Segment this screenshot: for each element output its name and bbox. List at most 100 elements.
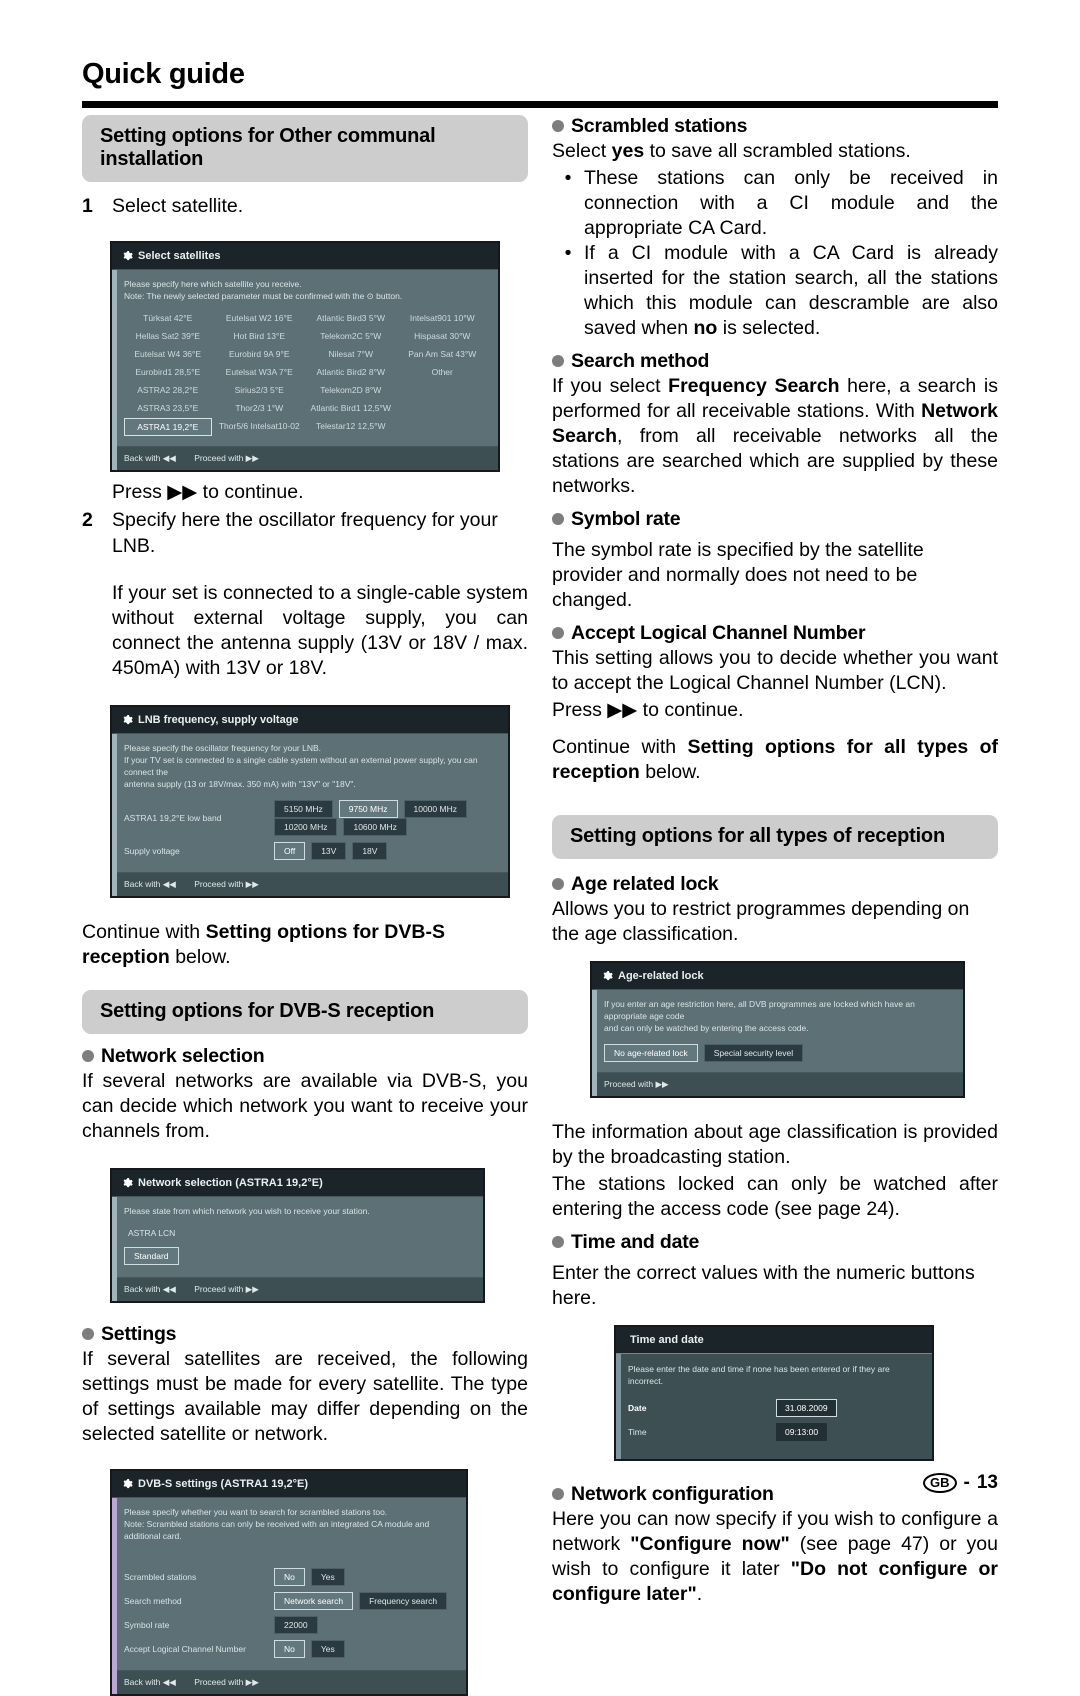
satellite-option[interactable]: Eutelsat W4 36°E [124,346,212,362]
network-standard-option[interactable]: Standard [124,1247,179,1265]
osd-footer: Back with ◀◀ Proceed with ▶▶ [112,872,508,896]
step-2-number: 2 [82,509,93,531]
satellite-option[interactable]: ASTRA1 19,2°E [124,418,212,436]
back-hint[interactable]: Back with ◀◀ [124,1284,176,1294]
figure-lnb-frequency: LNB frequency, supply voltage Please spe… [110,705,510,898]
dvbs-setting-option[interactable]: Frequency search [359,1592,448,1610]
age-lock-option[interactable]: Special security level [703,1044,804,1062]
figure-time-and-date: Time and date Please enter the date and … [614,1325,934,1461]
satellite-option[interactable]: Türksat 42°E [124,310,212,326]
osd-title-text: Age-related lock [618,970,704,982]
satellite-option[interactable]: Atlantic Bird3 5°W [307,310,395,326]
heading-time-and-date: Time and date [552,1231,998,1254]
date-field[interactable]: 31.08.2009 [776,1399,837,1417]
proceed-hint[interactable]: Proceed with ▶▶ [604,1079,669,1089]
satellite-option[interactable]: Pan Am Sat 43°W [399,346,487,362]
scrambled-bullet-list: • These stations can only be received in… [552,166,998,341]
dvbs-setting-option[interactable]: No [274,1568,305,1586]
scrambled-b2-bold: no [693,317,718,339]
proceed-hint[interactable]: Proceed with ▶▶ [194,453,259,463]
dvbs-setting-option[interactable]: Yes [310,1568,345,1586]
page-number: 13 [976,1472,998,1493]
satellite-option[interactable]: Telekom2D 8°W [307,382,395,398]
age-lock-option[interactable]: No age-related lock [604,1044,698,1062]
satellite-option[interactable]: Eurobird1 28,5°E [124,364,212,380]
back-hint[interactable]: Back with ◀◀ [124,1677,176,1687]
bullet-dot-icon [552,878,564,890]
figure-dvbs-settings: DVB-S settings (ASTRA1 19,2°E) Please sp… [110,1469,468,1696]
osd-note-line-2: Note: Scrambled stations can only be rec… [124,1519,430,1541]
satellite-option[interactable]: Other [399,364,487,380]
continue-all-paragraph: Continue with Setting options for all ty… [552,735,998,785]
satellite-option[interactable]: Thor5/6 Intelsat10-02 [216,418,304,436]
dvbs-setting-option[interactable]: No [274,1640,305,1658]
satellite-option[interactable]: Telekom2C 5°W [307,328,395,344]
proceed-hint[interactable]: Proceed with ▶▶ [194,1284,259,1294]
dvbs-setting-control: No Yes [274,1640,454,1658]
continue-all-pre: Continue with [552,736,688,758]
osd-title-bar: Time and date [616,1327,932,1354]
satellite-option[interactable]: ASTRA2 28,2°E [124,382,212,398]
lnb-frequency-option[interactable]: 10200 MHz [274,818,338,836]
lnb-frequency-option[interactable]: 9750 MHz [338,800,398,818]
satellite-option[interactable]: Thor2/3 1°W [216,400,304,416]
satellite-option[interactable]: Atlantic Bird2 8°W [307,364,395,380]
lcn-text: This setting allows you to decide whethe… [552,647,998,694]
satellite-option[interactable]: Hellas Sat2 39°E [124,328,212,344]
osd-footer: Back with ◀◀ Proceed with ▶▶ [112,1670,466,1694]
step-2-text: Specify here the oscillator frequency fo… [112,509,498,557]
osd-note-line-1: Please enter the date and time if none h… [628,1364,890,1374]
satellite-option[interactable]: Eutelsat W2 16°E [216,310,304,326]
dvbs-setting-option[interactable]: Yes [310,1640,345,1658]
satellite-option[interactable]: Telestar12 12,5°W [307,418,395,436]
date-row: Date 31.08.2009 [628,1399,920,1417]
satellite-option[interactable]: Nilesat 7°W [307,346,395,362]
lnb-frequency-options[interactable]: 5150 MHz 9750 MHz 10000 MHz 10200 MHz 10600 … [274,800,496,836]
satellite-option[interactable]: Sirius2/3 5°E [216,382,304,398]
gear-icon [123,1478,133,1489]
proceed-hint[interactable]: Proceed with ▶▶ [194,1677,259,1687]
date-field-wrap: 31.08.2009 [776,1399,920,1417]
heading-search-method: Search method [552,350,998,373]
satellite-option[interactable]: Hispasat 30°W [399,328,487,344]
satellite-option[interactable]: Eutelsat W3A 7°E [216,364,304,380]
osd-footer: Back with ◀◀ Proceed with ▶▶ [112,446,498,470]
satellite-option[interactable]: Hot Bird 13°E [216,328,304,344]
heading-network-selection-label: Network selection [101,1045,265,1067]
continue-dvbs-post: below. [169,946,231,968]
osd-title-text: Network selection (ASTRA1 19,2°E) [138,1177,323,1189]
lnb-frequency-option[interactable]: 5150 MHz [274,800,333,818]
satellite-option[interactable]: Intelsat901 10°W [399,310,487,326]
back-hint[interactable]: Back with ◀◀ [124,453,176,463]
osd-left-accent-bar [112,243,117,470]
osd-left-accent-bar [112,707,117,896]
dvbs-setting-option[interactable]: Network search [274,1592,354,1610]
supply-voltage-option[interactable]: Off [274,842,306,860]
satellite-option[interactable]: ASTRA3 23,5°E [124,400,212,416]
satellite-option[interactable]: Atlantic Bird1 12,5°W [307,400,395,416]
heading-age-related-lock-label: Age related lock [571,873,719,895]
step-1: 1 Select satellite. [82,193,528,219]
lnb-frequency-option[interactable]: 10600 MHz [343,818,407,836]
age-lock-options[interactable]: No age-related lock Special security leve… [604,1044,951,1062]
dvbs-setting-value-field[interactable]: 22000 [274,1616,318,1634]
scrambled-lead-post: to save all scrambled stations. [644,140,911,162]
supply-voltage-options[interactable]: Off 13V 18V [274,842,496,860]
heading-network-configuration-label: Network configuration [571,1483,774,1505]
osd-select-satellites: Select satellites Please specify here wh… [110,241,500,472]
supply-voltage-option[interactable]: 13V [311,842,347,860]
lnb-frequency-option[interactable]: 10000 MHz [403,800,467,818]
press-continue-1-wrap: Press ▶▶ to continue. [112,480,528,505]
osd-title-text: Time and date [630,1334,704,1346]
age-info-2: The stations locked can only be watched … [552,1173,998,1220]
proceed-hint[interactable]: Proceed with ▶▶ [194,879,259,889]
time-field[interactable]: 09:13:00 [776,1423,828,1441]
back-hint[interactable]: Back with ◀◀ [124,879,176,889]
bullet-glyph-icon: • [564,242,572,264]
settings-text: If several satellites are received, the … [82,1348,528,1445]
satellite-grid[interactable]: Türksat 42°E Eutelsat W2 16°E Atlantic Bir… [124,310,486,436]
osd-body: Please enter the date and time if none h… [616,1354,932,1459]
left-column: Setting options for Other communal insta… [82,115,528,1696]
satellite-option[interactable]: Eurobird 9A 9°E [216,346,304,362]
supply-voltage-option[interactable]: 18V [352,842,388,860]
